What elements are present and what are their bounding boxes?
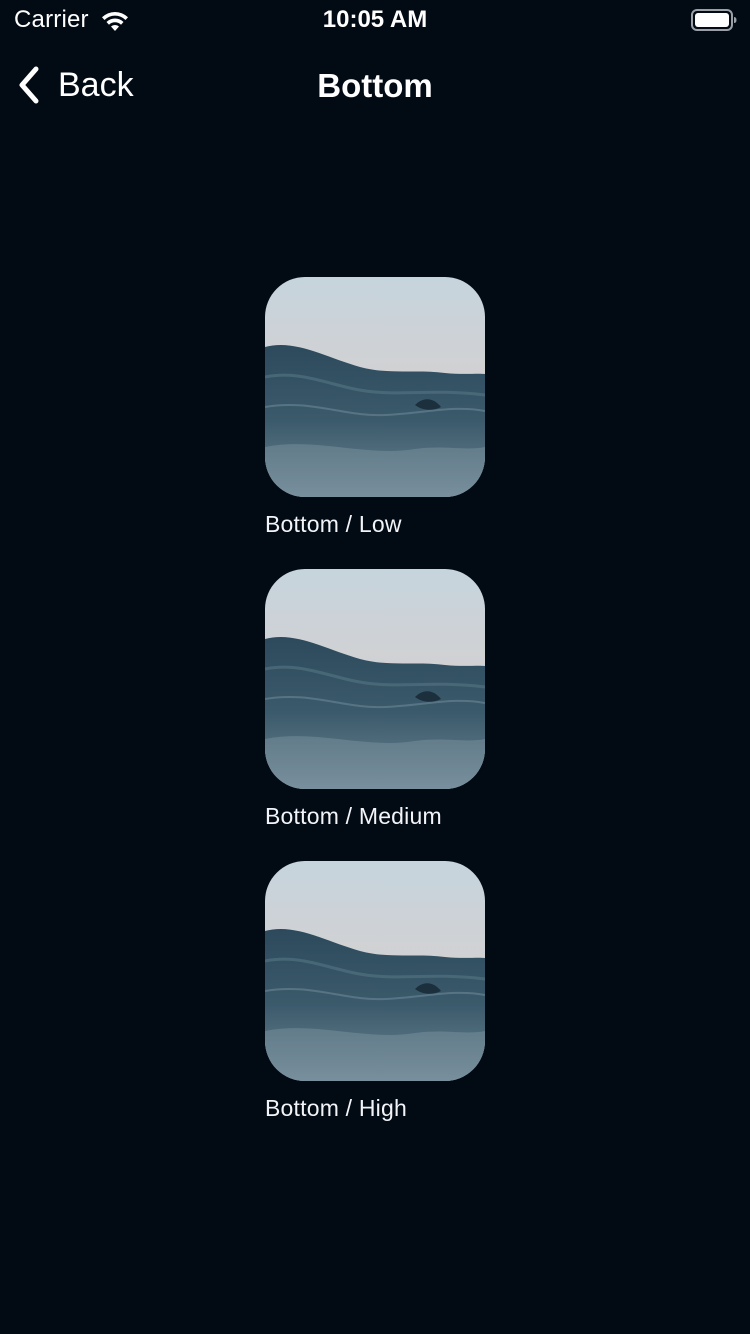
ocean-wave-image <box>265 277 485 497</box>
list-item[interactable]: Bottom / High <box>265 861 565 1153</box>
list-item[interactable]: Bottom / Medium <box>265 569 565 861</box>
item-label: Bottom / Medium <box>265 803 442 829</box>
clock: 10:05 AM <box>322 6 428 33</box>
ocean-wave-image <box>265 569 485 789</box>
page-title: Bottom <box>317 67 433 104</box>
navigation-bar: Back Bottom <box>0 44 750 124</box>
item-label: Bottom / High <box>265 1095 407 1121</box>
status-bar: Carrier 10:05 AM <box>0 0 750 40</box>
image-list: Bottom / Low Bottom / Medium Bottom / Hi… <box>265 277 565 1153</box>
item-label: Bottom / Low <box>265 511 402 537</box>
screen: Carrier 10:05 AM Back Bottom Bottom / Lo… <box>0 0 750 1334</box>
ocean-wave-image <box>265 861 485 1081</box>
list-item[interactable]: Bottom / Low <box>265 277 565 569</box>
battery-icon <box>691 9 737 31</box>
